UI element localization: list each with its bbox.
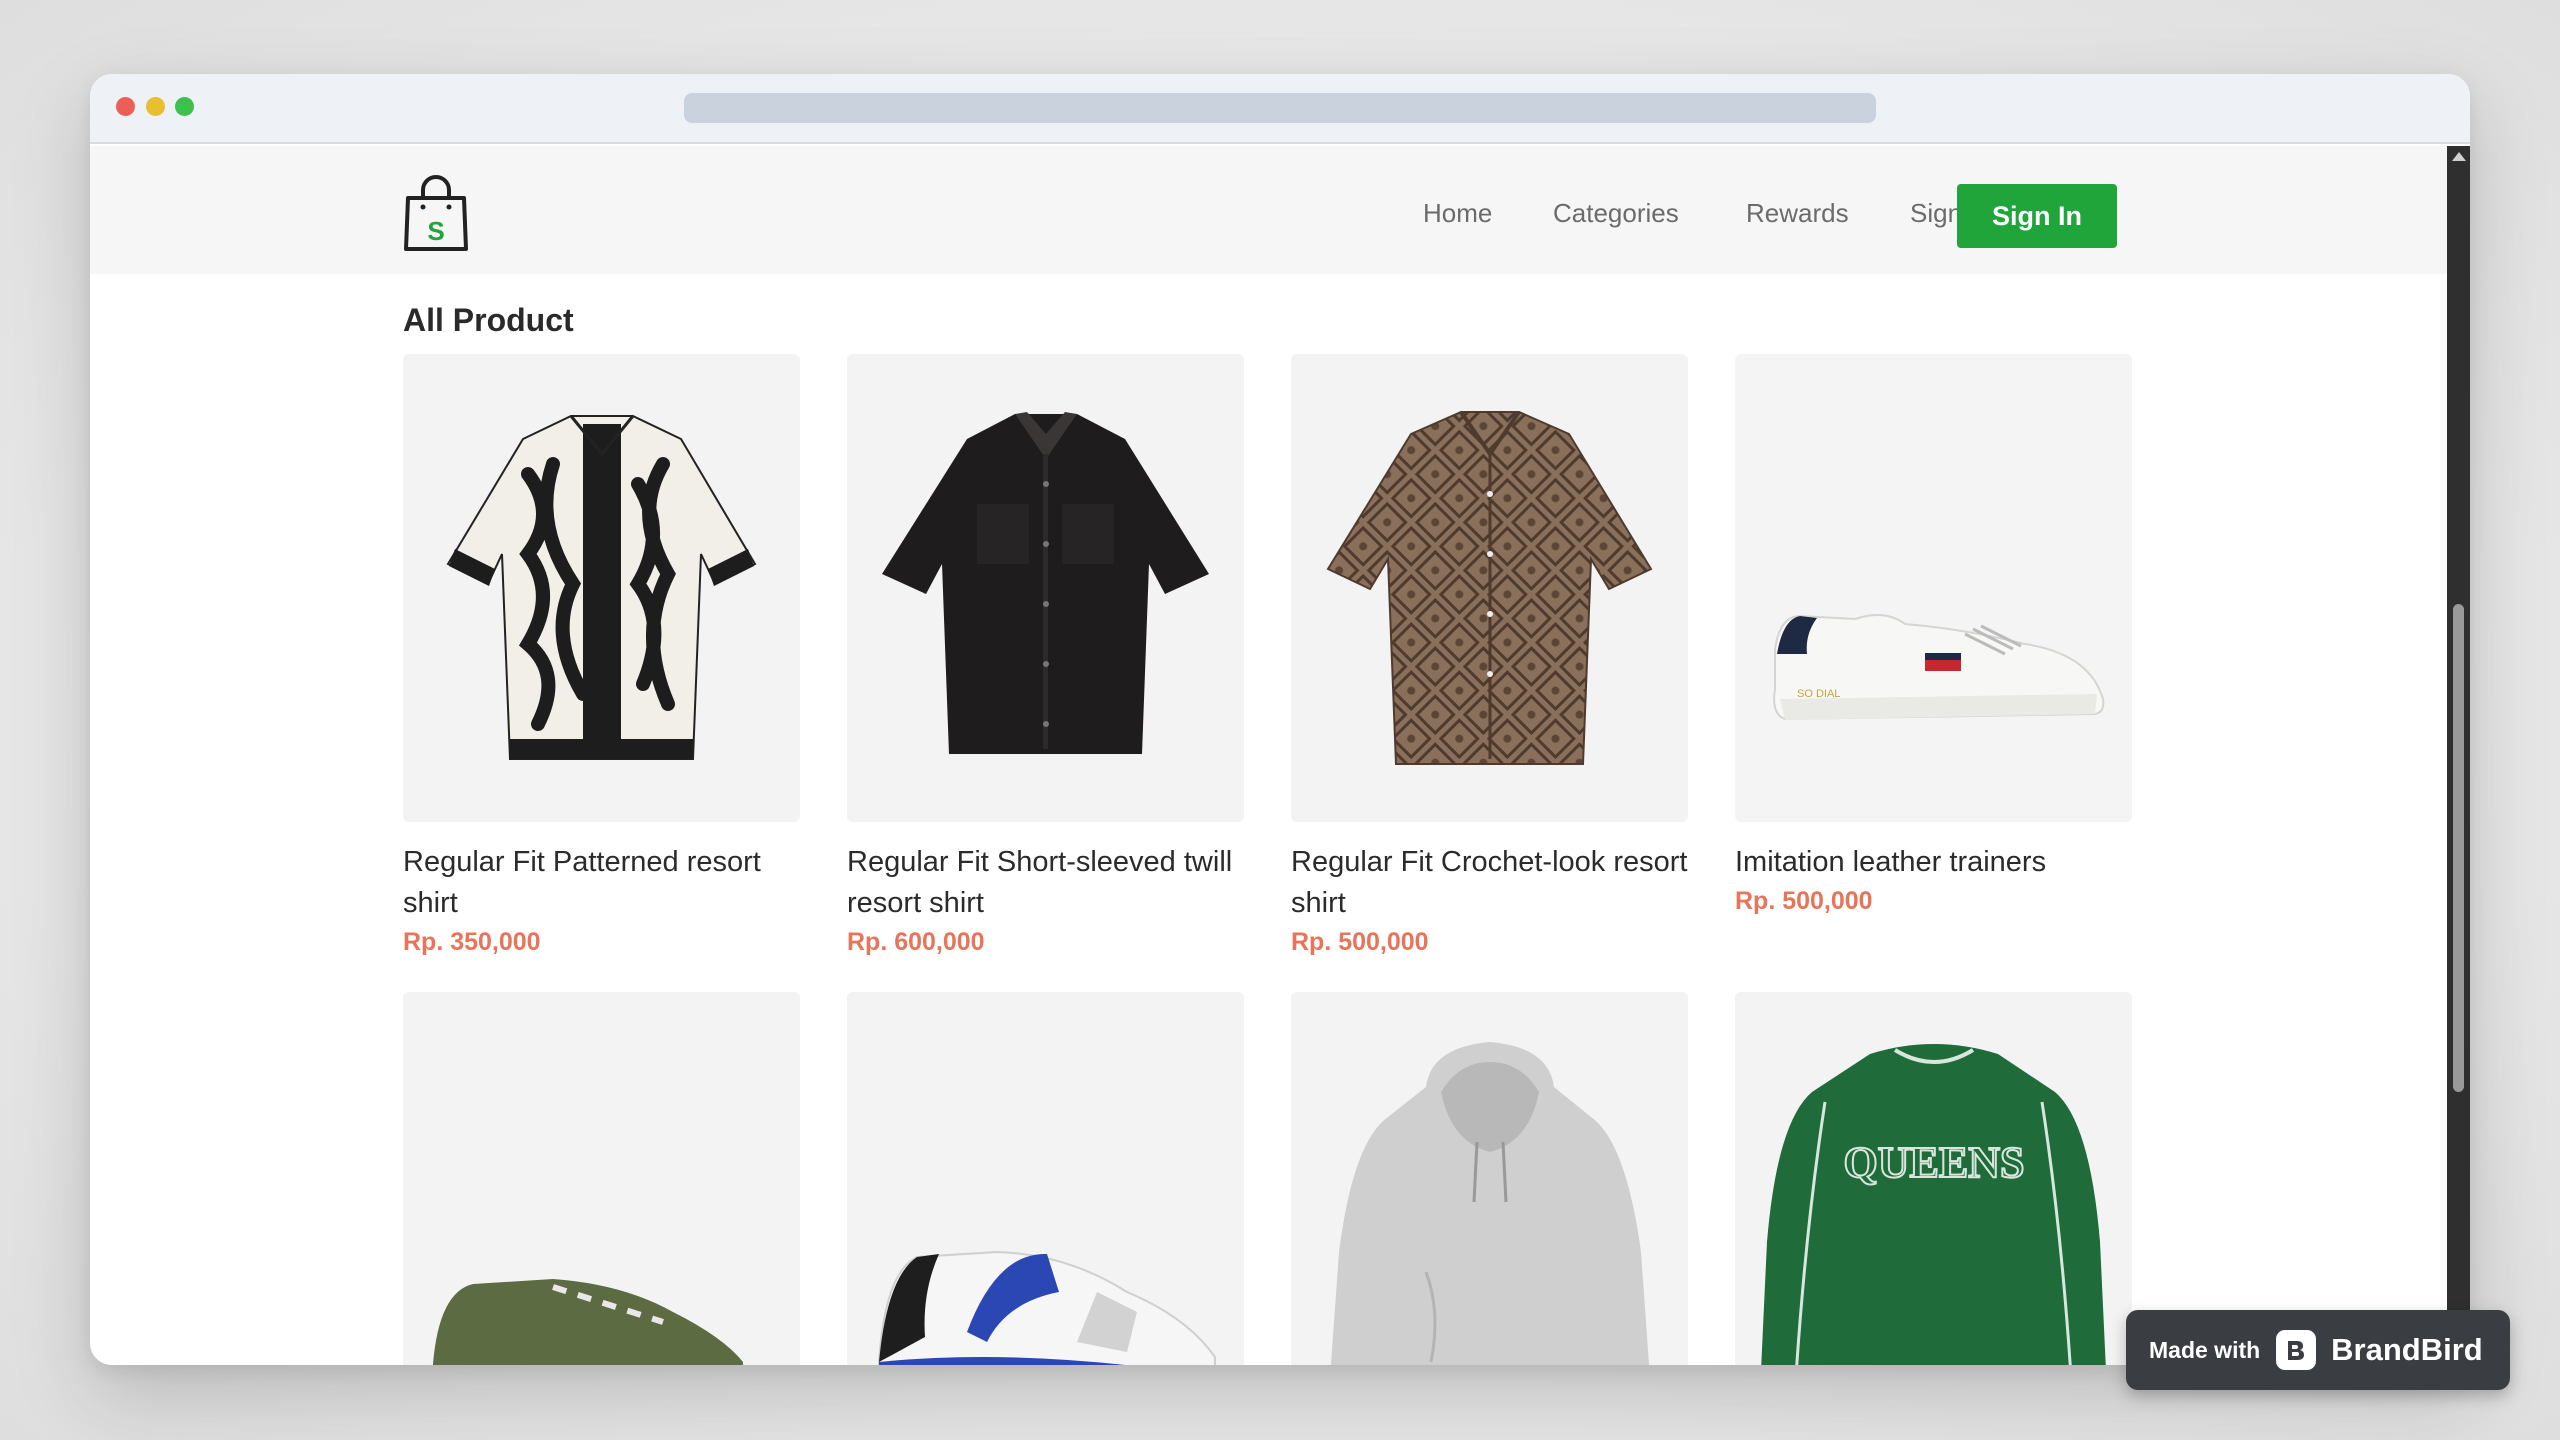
minimize-window-button[interactable] <box>146 97 165 116</box>
product-name[interactable]: Imitation leather trainers <box>1735 842 2132 883</box>
nav-link-rewards[interactable]: Rewards <box>1746 198 1849 228</box>
product-image[interactable] <box>403 992 800 1365</box>
sign-in-button[interactable]: Sign In <box>1957 184 2117 248</box>
product-price: Rp. 600,000 <box>847 928 985 956</box>
svg-text:QUEENS: QUEENS <box>1844 1138 2025 1187</box>
product-price: Rp. 500,000 <box>1735 887 1873 915</box>
product-price: Rp. 500,000 <box>1291 928 1429 956</box>
product-card[interactable]: Regular Fit Crochet-look resort shirt Rp… <box>1291 354 1688 960</box>
product-image[interactable] <box>1291 992 1688 1365</box>
browser-chrome <box>90 74 2470 144</box>
maximize-window-button[interactable] <box>175 97 194 116</box>
logo-letter: S <box>427 216 444 246</box>
product-price: Rp. 350,000 <box>403 928 541 956</box>
product-card[interactable]: Regular Fit Short-sleeved twill resort s… <box>847 354 1244 960</box>
scroll-up-arrow-icon[interactable] <box>2452 152 2466 161</box>
product-card[interactable]: Regular Fit Patterned resort shirt Rp. 3… <box>403 354 800 960</box>
site-header: S Home Categories Rewards Sign Up Sign I… <box>90 146 2447 274</box>
address-bar[interactable] <box>684 93 1876 123</box>
scrollbar-thumb[interactable] <box>2453 604 2464 1092</box>
scrollbar[interactable] <box>2447 146 2470 1365</box>
close-window-button[interactable] <box>116 97 135 116</box>
product-card[interactable] <box>1291 992 1688 1365</box>
badge-made-with-text: Made with <box>2149 1336 2261 1363</box>
product-image[interactable] <box>847 354 1244 822</box>
svg-text:SO DIAL: SO DIAL <box>1797 688 1840 700</box>
shopping-bag-logo-icon[interactable]: S <box>403 174 469 254</box>
product-image[interactable] <box>403 354 800 822</box>
section-title: All Product <box>403 302 574 338</box>
product-image[interactable] <box>1291 354 1688 822</box>
product-name[interactable]: Regular Fit Short-sleeved twill resort s… <box>847 842 1244 924</box>
product-image[interactable]: QUEENS <box>1735 992 2132 1365</box>
product-card[interactable]: QUEENS <box>1735 992 2132 1365</box>
made-with-brandbird-badge[interactable]: Made with BrandBird <box>2126 1310 2510 1390</box>
nav-link-home[interactable]: Home <box>1423 198 1492 228</box>
product-name[interactable]: Regular Fit Patterned resort shirt <box>403 842 800 924</box>
product-name[interactable]: Regular Fit Crochet-look resort shirt <box>1291 842 1688 924</box>
browser-window: S Home Categories Rewards Sign Up Sign I… <box>90 74 2470 1365</box>
product-image[interactable] <box>847 992 1244 1365</box>
brandbird-icon <box>2276 1330 2317 1370</box>
product-image[interactable]: SO DIAL <box>1735 354 2132 822</box>
badge-brand-text: BrandBird <box>2331 1332 2483 1367</box>
nav-link-categories[interactable]: Categories <box>1553 198 1679 228</box>
page-viewport: S Home Categories Rewards Sign Up Sign I… <box>90 146 2447 1365</box>
product-card[interactable] <box>403 992 800 1365</box>
product-card[interactable]: SO DIAL Imitation leather trainers Rp. 5… <box>1735 354 2132 919</box>
product-card[interactable] <box>847 992 1244 1365</box>
